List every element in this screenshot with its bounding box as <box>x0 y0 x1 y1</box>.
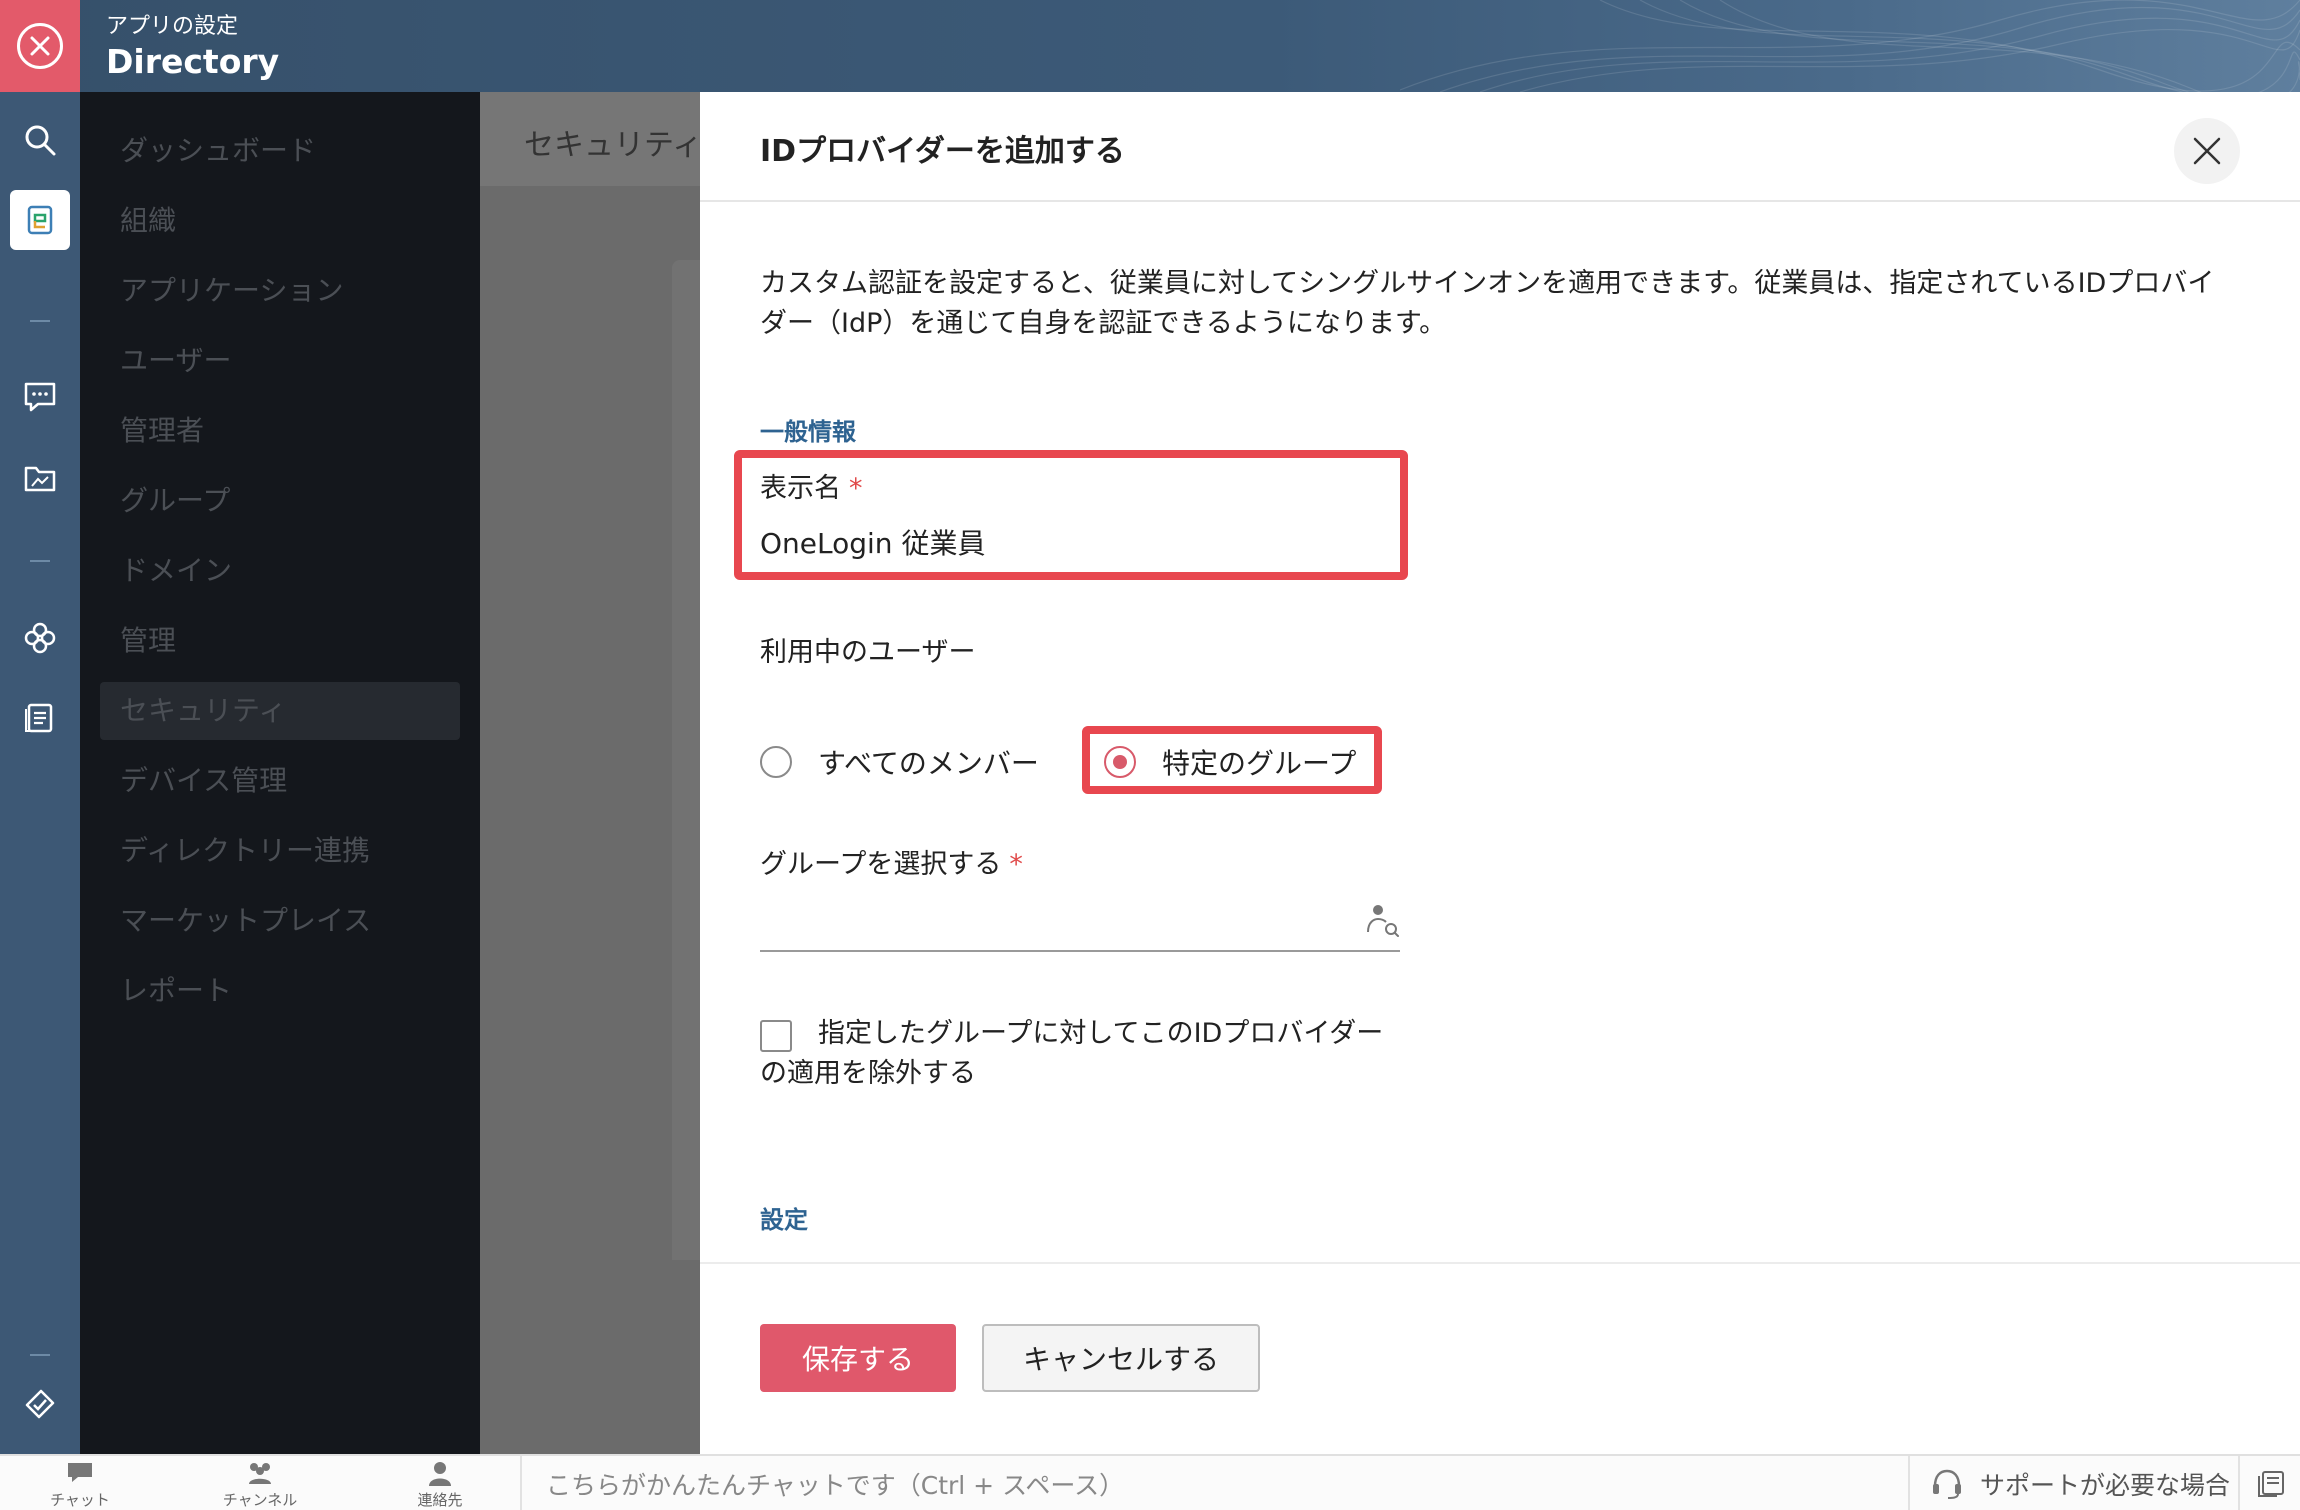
search-icon[interactable] <box>10 110 70 170</box>
required-mark: * <box>1009 849 1023 880</box>
select-group-label-text: グループを選択する <box>760 849 1002 880</box>
bottom-contacts-label: 連絡先 <box>417 1491 463 1509</box>
contact-icon <box>429 1462 451 1486</box>
sidebar-item-security[interactable]: セキュリティ <box>100 682 460 740</box>
sidebar-item-organization[interactable]: 組織 <box>100 192 460 250</box>
chat-icon[interactable] <box>10 367 70 427</box>
tickets-icon[interactable] <box>10 1374 70 1434</box>
quick-chat-placeholder: こちらがかんたんチャットです（Ctrl + スペース） <box>546 1471 1125 1500</box>
display-name-label: 表示名 * <box>760 466 863 505</box>
panel-close-button[interactable] <box>2174 118 2240 184</box>
panel-header: IDプロバイダーを追加する <box>700 92 2300 202</box>
radio-all-members-label[interactable]: すべてのメンバー <box>818 742 1039 782</box>
bottom-channels-button[interactable]: チャンネル <box>200 1456 320 1510</box>
bottom-chat-bar: チャット チャンネル 連絡先 こちらがかんたんチャットです（Ctrl + スペー… <box>0 1454 2300 1510</box>
group-select-input[interactable] <box>760 896 1400 952</box>
display-name-label-text: 表示名 <box>760 473 841 504</box>
channels-icon <box>249 1463 271 1484</box>
support-button[interactable]: サポートが必要な場合 <box>1908 1456 2238 1510</box>
exclude-groups-label[interactable]: 指定したグループに対してこのIDプロバイダーの適用を除外する <box>760 1014 1400 1094</box>
main-tabbar: セキュリティ <box>480 92 703 186</box>
bottom-chat-label: チャット <box>50 1491 110 1509</box>
bottom-contacts-button[interactable]: 連絡先 <box>380 1456 500 1510</box>
cancel-button[interactable]: キャンセルする <box>982 1324 1260 1392</box>
general-info-section-title: 一般情報 <box>760 418 856 446</box>
rail-divider <box>30 1354 50 1356</box>
radio-all-members[interactable] <box>760 746 792 778</box>
sidebar-item-applications[interactable]: アプリケーション <box>100 262 460 320</box>
rail-divider <box>30 320 50 322</box>
radio-specific-group-label[interactable]: 特定のグループ <box>1162 742 1356 782</box>
tab-security: セキュリティ <box>524 128 703 163</box>
display-name-field[interactable]: OneLogin 従業員 <box>760 522 985 562</box>
sidebar-item-dashboard[interactable]: ダッシュボード <box>100 122 460 180</box>
rail-divider <box>30 560 50 562</box>
settings-sidebar: ダッシュボード 組織 アプリケーション ユーザー 管理者 グループ ドメイン 管… <box>80 92 480 1454</box>
user-search-icon[interactable] <box>1364 902 1400 938</box>
close-icon <box>2193 137 2221 165</box>
users-in-use-label: 利用中のユーザー <box>760 637 976 668</box>
notes-icon-button[interactable] <box>2238 1456 2300 1510</box>
save-button[interactable]: 保存する <box>760 1324 956 1392</box>
icon-rail <box>0 92 80 1454</box>
sidebar-item-directory-sync[interactable]: ディレクトリー連携 <box>100 822 460 880</box>
radio-specific-group[interactable] <box>1104 746 1136 778</box>
sidebar-item-groups[interactable]: グループ <box>100 472 460 530</box>
folder-icon[interactable] <box>10 448 70 508</box>
sidebar-item-reports[interactable]: レポート <box>100 962 460 1020</box>
bottom-chat-button[interactable]: チャット <box>20 1456 140 1510</box>
sidebar-item-admins[interactable]: 管理者 <box>100 402 460 460</box>
close-icon <box>17 23 63 69</box>
notes-icon[interactable] <box>10 688 70 748</box>
app-settings-subtitle: アプリの設定 <box>106 14 239 39</box>
directory-app-icon[interactable] <box>10 190 70 250</box>
support-label: サポートが必要な場合 <box>1980 1471 2231 1500</box>
headset-icon <box>1933 1469 1961 1499</box>
app-header: アプリの設定 Directory <box>0 0 2300 92</box>
select-group-label: グループを選択する * <box>760 842 1023 881</box>
sidebar-item-device-management[interactable]: デバイス管理 <box>100 752 460 810</box>
settings-section-title: 設定 <box>760 1206 808 1234</box>
notes-icon <box>2258 1471 2284 1497</box>
clover-icon[interactable] <box>10 608 70 668</box>
panel-footer: 保存する キャンセルする <box>700 1262 2300 1454</box>
chat-bubble-icon <box>68 1463 92 1482</box>
sidebar-item-domains[interactable]: ドメイン <box>100 542 460 600</box>
required-mark: * <box>849 473 863 504</box>
panel-description: カスタム認証を設定すると、従業員に対してシングルサインオンを適用できます。従業員… <box>760 268 2215 339</box>
quick-chat-input[interactable]: こちらがかんたんチャットです（Ctrl + スペース） <box>520 1456 1908 1510</box>
header-wave-pattern <box>1400 0 2300 92</box>
app-title: Directory <box>106 42 280 81</box>
bottom-channels-label: チャンネル <box>222 1491 298 1509</box>
panel-title: IDプロバイダーを追加する <box>760 134 1125 169</box>
sidebar-item-marketplace[interactable]: マーケットプレイス <box>100 892 460 950</box>
close-app-button[interactable] <box>0 0 80 92</box>
sidebar-item-management[interactable]: 管理 <box>100 612 460 670</box>
sidebar-item-users[interactable]: ユーザー <box>100 332 460 390</box>
